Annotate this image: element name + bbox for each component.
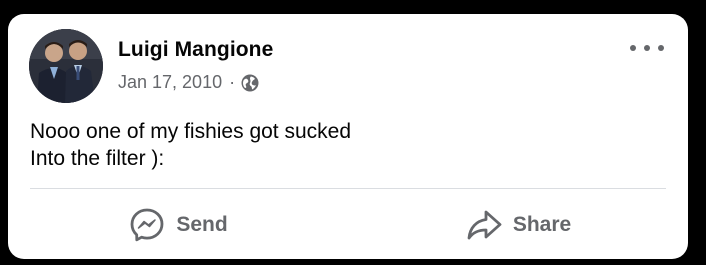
share-arrow-icon	[467, 210, 502, 239]
share-label: Share	[512, 212, 572, 236]
share-button[interactable]: Share	[348, 190, 688, 259]
post-meta: Jan 17, 2010 ·	[118, 72, 259, 93]
post-text-line: Nooo one of my fishies got sucked	[30, 120, 352, 143]
avatar[interactable]	[29, 29, 103, 103]
divider	[30, 188, 666, 189]
post-card: Luigi Mangione Jan 17, 2010 · Nooo one o…	[8, 14, 688, 259]
avatar-photo	[29, 29, 103, 103]
author-name[interactable]: Luigi Mangione	[118, 38, 273, 62]
meta-separator: ·	[229, 72, 236, 92]
globe-icon[interactable]	[241, 74, 259, 92]
messenger-icon	[130, 208, 164, 241]
post-text-line: Into the filter ):	[30, 147, 165, 170]
post-text: Nooo one of my fishies got sucked Into t…	[30, 118, 670, 172]
more-options-icon[interactable]	[630, 38, 664, 58]
send-button[interactable]: Send	[8, 190, 348, 259]
post-actions: Send Share	[8, 190, 688, 259]
send-label: Send	[176, 212, 228, 236]
post-date[interactable]: Jan 17, 2010	[118, 72, 222, 93]
